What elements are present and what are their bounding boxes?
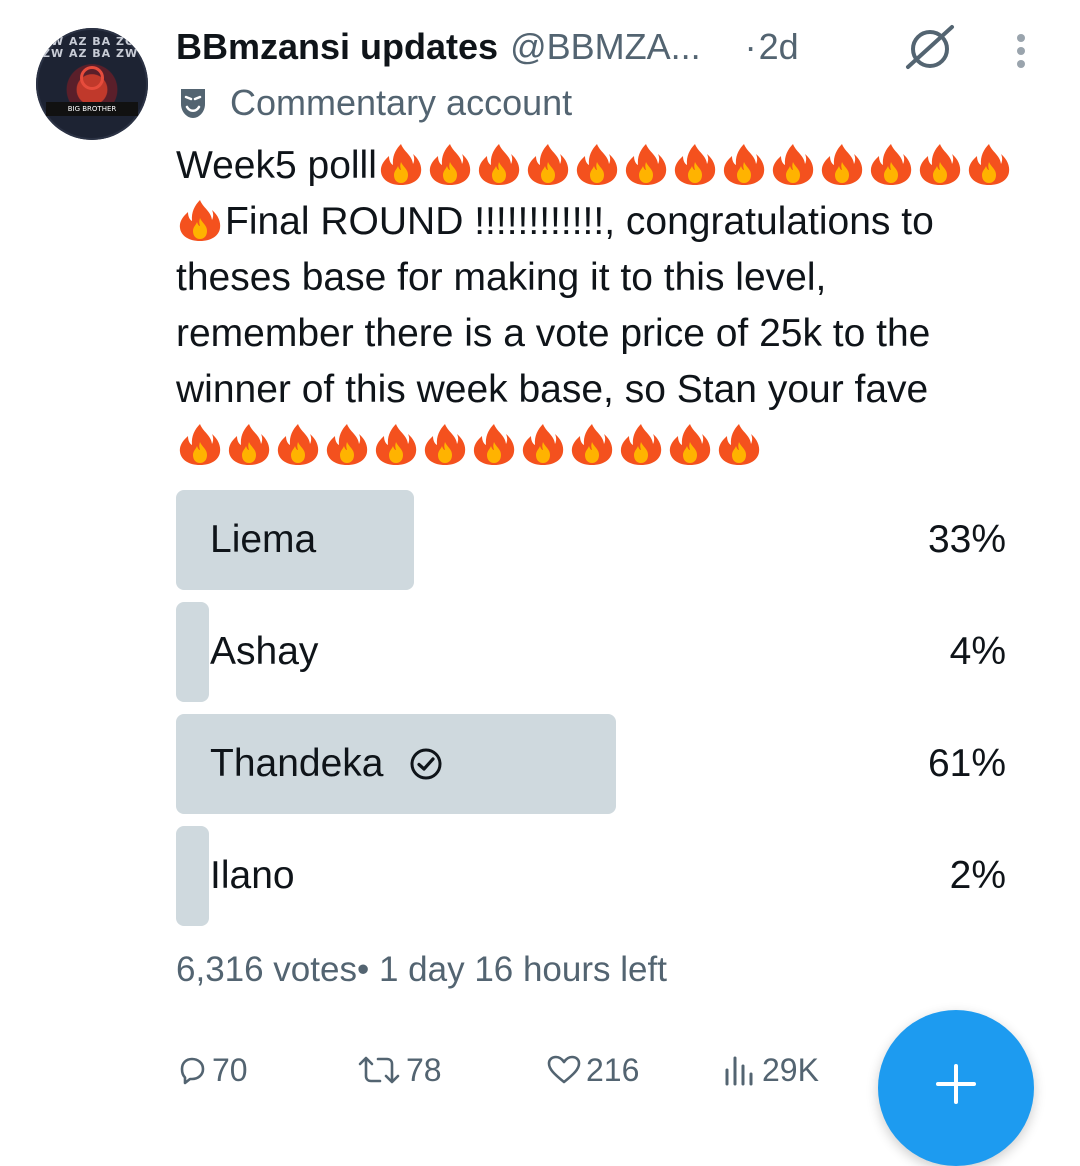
analytics-icon xyxy=(725,1056,753,1086)
fire-emoji-icon xyxy=(867,142,915,186)
poll-option-ilano[interactable]: Ilano 2% xyxy=(176,826,1006,926)
fire-emoji-icon xyxy=(421,422,469,466)
poll-option-percent: 33% xyxy=(927,518,1006,561)
tweet-text: Week5 polll Final ROUND !!!!!!!!!!!!, co… xyxy=(176,138,1056,474)
fire-emoji-icon xyxy=(377,142,425,186)
avatar-pattern: ZW AZ BA ZO ZW AZ BA ZW xyxy=(42,35,139,60)
fire-emoji-icon xyxy=(622,142,670,186)
repost-icon xyxy=(358,1056,400,1084)
heart-icon xyxy=(547,1055,581,1084)
tweet-line-1: Week5 polll xyxy=(176,138,1056,194)
reply-icon xyxy=(180,1057,205,1085)
fire-emoji-icon xyxy=(818,142,866,186)
poll-option-label: Ashay xyxy=(210,602,318,702)
plus-icon xyxy=(936,1064,976,1104)
fire-emoji-icon xyxy=(470,422,518,466)
fire-emoji-icon xyxy=(519,422,567,466)
fire-emoji-icon xyxy=(671,142,719,186)
avatar[interactable]: ZW AZ BA ZO ZW AZ BA ZW BIG BROTHER xyxy=(36,28,148,140)
fire-emoji-group xyxy=(176,200,225,243)
reply-count: 70 xyxy=(212,1051,248,1088)
fire-emoji-icon xyxy=(372,422,420,466)
theater-mask-icon xyxy=(181,89,205,118)
tweet-time[interactable]: 2d xyxy=(759,26,799,68)
poll-option-label: Ilano xyxy=(210,826,295,926)
like-count: 216 xyxy=(586,1051,640,1088)
fire-emoji-icon xyxy=(475,142,523,186)
fire-emoji-icon xyxy=(176,198,224,242)
poll-option-ashay[interactable]: Ashay 4% xyxy=(176,602,1006,702)
fire-emoji-icon xyxy=(524,142,572,186)
fire-emoji-icon xyxy=(666,422,714,466)
tweet-text-2: Final ROUND !!!!!!!!!!!!, congratulation… xyxy=(225,200,934,243)
poll-option-label: Liema xyxy=(210,490,316,590)
avatar-caption: BIG BROTHER xyxy=(46,102,138,116)
tweet-text-5: winner of this week base, so Stan your f… xyxy=(176,368,929,411)
fire-emoji-icon xyxy=(176,422,224,466)
commentary-label: Commentary account xyxy=(230,82,573,123)
fire-emoji-icon xyxy=(916,142,964,186)
poll-meta: 6,316 votes• 1 day 16 hours left xyxy=(176,950,667,990)
fire-emoji-icon xyxy=(617,422,665,466)
separator-dot: · xyxy=(744,26,757,67)
fire-emoji-icon xyxy=(573,142,621,186)
fire-emoji-icon xyxy=(225,422,273,466)
poll-option-percent: 61% xyxy=(927,742,1006,785)
author-handle[interactable]: @BBMZA... xyxy=(510,26,701,68)
poll-option-label: Thandeka xyxy=(210,714,443,814)
more-options-icon[interactable] xyxy=(1014,34,1028,68)
tweet-header: BBmzansi updates @BBMZA... · 2d xyxy=(176,22,799,72)
tweet-line-4: remember there is a vote price of 25k to… xyxy=(176,306,1056,362)
poll-meta-separator: • xyxy=(356,950,370,989)
repost-count: 78 xyxy=(406,1051,442,1088)
fire-emoji-group xyxy=(377,144,1014,187)
fire-emoji-icon xyxy=(568,422,616,466)
tweet-line-2: Final ROUND !!!!!!!!!!!!, congratulation… xyxy=(176,194,1056,250)
views-button[interactable]: 29K xyxy=(722,1040,819,1100)
tweet-text-4: remember there is a vote price of 25k to… xyxy=(176,312,931,355)
poll-option-name: Liema xyxy=(210,518,317,561)
eye-logo-icon xyxy=(80,66,104,90)
poll-votes: 6,316 votes xyxy=(176,950,357,989)
fire-emoji-icon xyxy=(323,422,371,466)
checkmark-circle-icon xyxy=(410,748,442,780)
author-name[interactable]: BBmzansi updates xyxy=(176,26,498,68)
tweet-actions: 70 78 216 29K xyxy=(176,1040,876,1100)
tweet-line-5: winner of this week base, so Stan your f… xyxy=(176,362,1056,418)
fire-emoji-icon xyxy=(426,142,474,186)
fire-emoji-group xyxy=(176,424,764,467)
like-button[interactable]: 216 xyxy=(546,1040,639,1100)
fire-emoji-icon xyxy=(715,422,763,466)
poll-option-name: Ashay xyxy=(210,630,319,673)
poll-bar xyxy=(176,826,209,926)
compose-fab-button[interactable] xyxy=(878,1010,1034,1166)
grok-icon[interactable] xyxy=(904,24,956,70)
poll-option-name: Thandeka xyxy=(210,742,384,785)
poll-option-percent: 4% xyxy=(949,630,1006,673)
tweet-line-3: theses base for making it to this level, xyxy=(176,250,1056,306)
poll-option-percent: 2% xyxy=(949,854,1006,897)
fire-emoji-icon xyxy=(720,142,768,186)
fire-emoji-icon xyxy=(769,142,817,186)
fire-emoji-icon xyxy=(965,142,1013,186)
poll-bar xyxy=(176,602,209,702)
poll: Liema 33% Ashay 4% Thandeka 61% Ilano 2% xyxy=(176,490,1006,938)
poll-option-liema[interactable]: Liema 33% xyxy=(176,490,1006,590)
poll-option-name: Ilano xyxy=(210,854,295,897)
repost-button[interactable]: 78 xyxy=(356,1040,442,1100)
account-label: Commentary account xyxy=(178,80,572,126)
poll-time-left: 1 day 16 hours left xyxy=(378,950,667,989)
view-count: 29K xyxy=(762,1051,819,1088)
fire-emoji-icon xyxy=(274,422,322,466)
tweet-text-1: Week5 polll xyxy=(176,144,377,187)
tweet-text-3: theses base for making it to this level, xyxy=(176,256,827,299)
poll-option-thandeka[interactable]: Thandeka 61% xyxy=(176,714,1006,814)
reply-button[interactable]: 70 xyxy=(176,1040,248,1100)
tweet-line-6 xyxy=(176,418,1056,474)
